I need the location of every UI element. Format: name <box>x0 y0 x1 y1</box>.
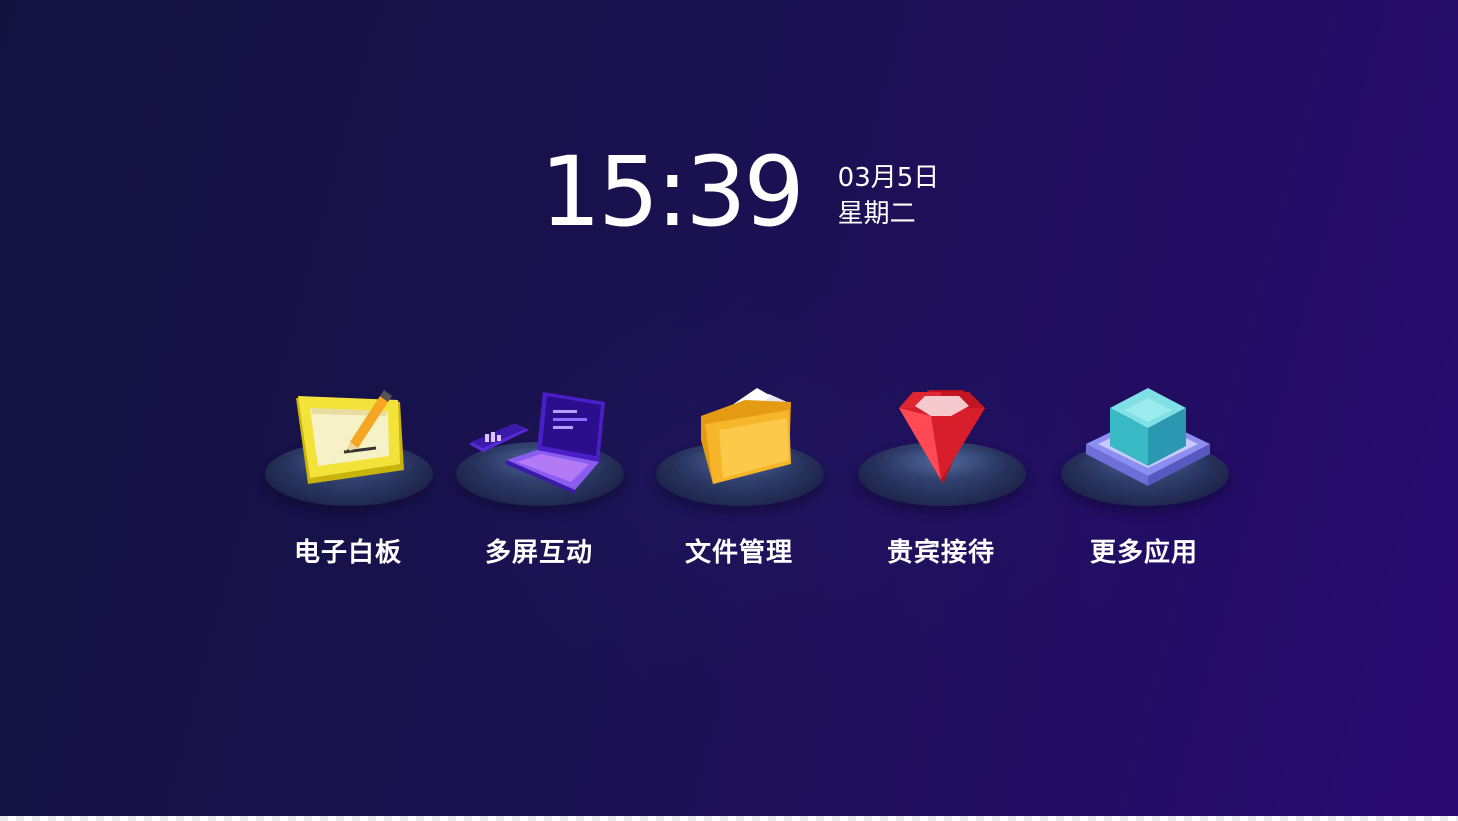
date-block: 03月5日 星期二 <box>838 160 940 232</box>
laptop-phone-icon <box>469 392 605 494</box>
folder-icon <box>701 388 791 484</box>
app-label: 电子白板 <box>293 538 402 568</box>
clock-date: 03月5日 <box>837 163 940 193</box>
clock-weekday: 星期二 <box>837 199 916 229</box>
app-launcher: 电子白板 多屏互动 文件管理 贵宾接待 更多应用 <box>0 380 1458 580</box>
app-whiteboard[interactable]: 电子白板 <box>258 380 438 580</box>
app-label: 更多应用 <box>1089 538 1198 568</box>
clock-widget: 15:39 03月5日 星期二 <box>540 140 939 244</box>
app-multiscreen[interactable]: 多屏互动 <box>449 380 629 580</box>
clock-time: 15:39 <box>540 136 805 248</box>
app-vip-reception[interactable]: 贵宾接待 <box>851 380 1031 580</box>
whiteboard-pencil-icon <box>296 390 404 484</box>
app-file-manager[interactable]: 文件管理 <box>649 380 829 580</box>
ruby-gem-icon <box>899 390 985 484</box>
app-label: 多屏互动 <box>484 538 593 568</box>
home-screen: 15:39 03月5日 星期二 电子白板 多屏互动 文件管理 贵宾接待 更多应用 <box>0 0 1458 821</box>
cube-stack-icon <box>1086 388 1210 486</box>
app-label: 贵宾接待 <box>886 538 995 568</box>
app-label: 文件管理 <box>684 538 793 568</box>
bottom-edge <box>0 816 1458 821</box>
app-more-apps[interactable]: 更多应用 <box>1054 380 1234 580</box>
